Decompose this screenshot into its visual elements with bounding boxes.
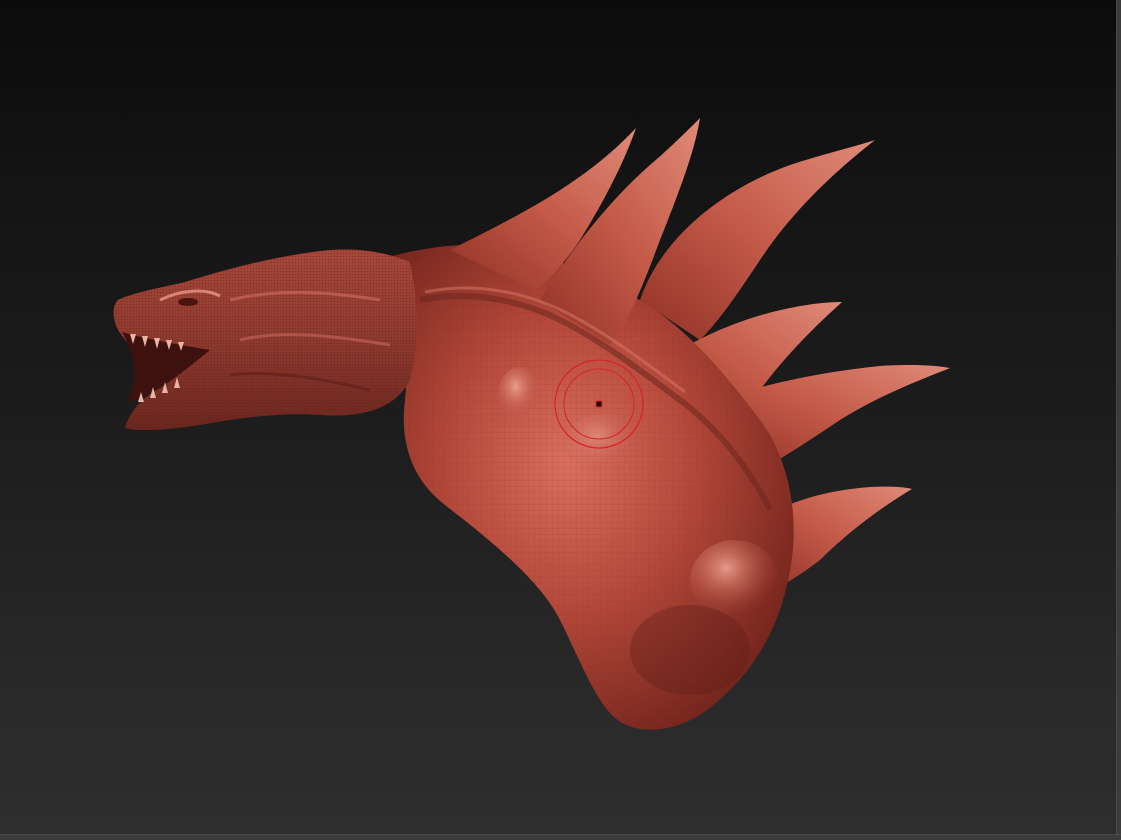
viewport-right-border bbox=[1116, 0, 1121, 839]
viewport-bottom-border bbox=[0, 834, 1121, 840]
dragon-model[interactable] bbox=[113, 118, 951, 730]
muscle-highlight-mid bbox=[565, 413, 645, 477]
brush-center-square bbox=[595, 400, 603, 408]
sculpt-viewport[interactable] bbox=[0, 0, 1116, 834]
sculpt-canvas[interactable] bbox=[0, 0, 1116, 834]
muscle-highlight-left bbox=[498, 367, 542, 423]
dragon-eye bbox=[178, 298, 198, 306]
neck-shadow bbox=[630, 605, 750, 695]
